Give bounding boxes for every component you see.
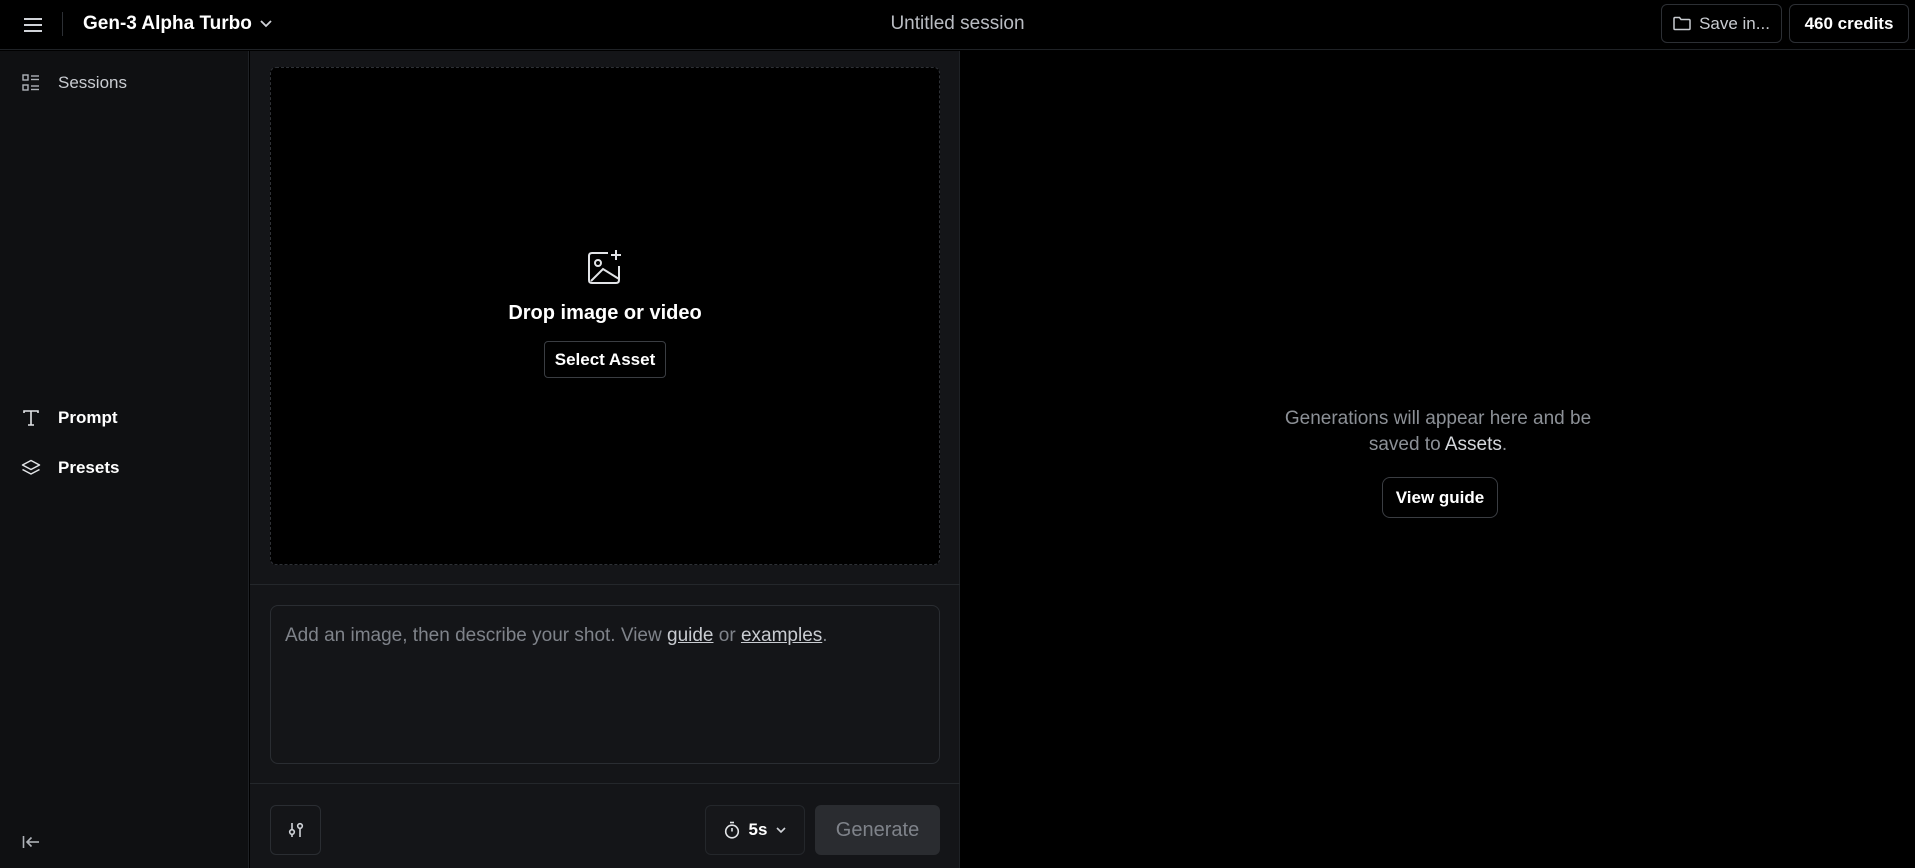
credits-button[interactable]: 460 credits: [1789, 4, 1909, 43]
save-in-button[interactable]: Save in...: [1661, 4, 1782, 43]
duration-label: 5s: [748, 820, 768, 839]
chevron-down-icon: [776, 826, 787, 833]
prompt-placeholder: Add an image, then describe your shot. V…: [285, 625, 667, 646]
output-panel: Generations will appear here and be save…: [961, 51, 1915, 868]
list-icon: [20, 72, 42, 94]
credits-label: 460 credits: [1804, 13, 1894, 33]
sidebar-item-label: Prompt: [58, 408, 118, 427]
sidebar-item-label: Sessions: [58, 73, 127, 92]
session-title-wrap: Untitled session: [0, 13, 1915, 35]
dropzone-title: Drop image or video: [508, 302, 702, 324]
settings-button[interactable]: [270, 805, 321, 855]
examples-link[interactable]: examples: [741, 625, 822, 646]
view-guide-button[interactable]: View guide: [1382, 477, 1498, 518]
sidebar-item-presets[interactable]: Presets: [20, 453, 119, 483]
collapse-sidebar-button[interactable]: [18, 829, 44, 855]
divider: [250, 783, 960, 784]
chevron-down-icon: [260, 20, 272, 28]
empty-message-line2: saved to Assets.: [961, 432, 1915, 458]
assets-link[interactable]: Assets: [1445, 434, 1502, 455]
text-icon: [20, 407, 42, 429]
empty-message-line1: Generations will appear here and be: [1284, 408, 1592, 429]
generate-button[interactable]: Generate: [815, 805, 940, 855]
layers-icon: [20, 457, 42, 479]
save-in-label: Save in...: [1699, 13, 1770, 33]
timer-icon: [724, 821, 739, 839]
top-bar: Gen-3 Alpha Turbo Untitled session Save …: [0, 0, 1915, 50]
header-divider: [62, 12, 63, 36]
session-title[interactable]: Untitled session: [890, 13, 1024, 34]
sidebar-item-label: Presets: [58, 458, 120, 477]
asset-dropzone[interactable]: Drop image or video Select Asset: [270, 67, 940, 565]
select-asset-button[interactable]: Select Asset: [544, 341, 666, 378]
folder-icon: [1673, 16, 1691, 31]
sidebar-item-sessions[interactable]: Sessions: [20, 68, 127, 98]
image-add-icon: [588, 250, 621, 284]
dropzone-content: Drop image or video Select Asset: [271, 248, 939, 378]
model-name: Gen-3 Alpha Turbo: [83, 13, 252, 34]
hamburger-icon: [24, 18, 42, 32]
collapse-left-icon: [22, 836, 39, 848]
empty-message-suffix: .: [1501, 433, 1508, 455]
empty-state-message: Generations will appear here and be save…: [961, 406, 1915, 457]
sidebar: Sessions Prompt Presets: [0, 51, 249, 868]
guide-link[interactable]: guide: [667, 625, 714, 646]
prompt-placeholder-mid: or: [713, 625, 741, 646]
input-panel: Drop image or video Select Asset Add an …: [250, 51, 960, 868]
empty-message-prefix: saved to: [1368, 433, 1445, 455]
model-selector[interactable]: Gen-3 Alpha Turbo: [83, 9, 272, 39]
divider: [250, 584, 960, 585]
sidebar-item-prompt[interactable]: Prompt: [20, 403, 118, 433]
sliders-icon: [288, 822, 303, 837]
prompt-placeholder-end: .: [822, 625, 828, 646]
prompt-input[interactable]: Add an image, then describe your shot. V…: [270, 605, 940, 764]
menu-button[interactable]: [20, 12, 46, 38]
duration-selector[interactable]: 5s: [705, 805, 805, 855]
